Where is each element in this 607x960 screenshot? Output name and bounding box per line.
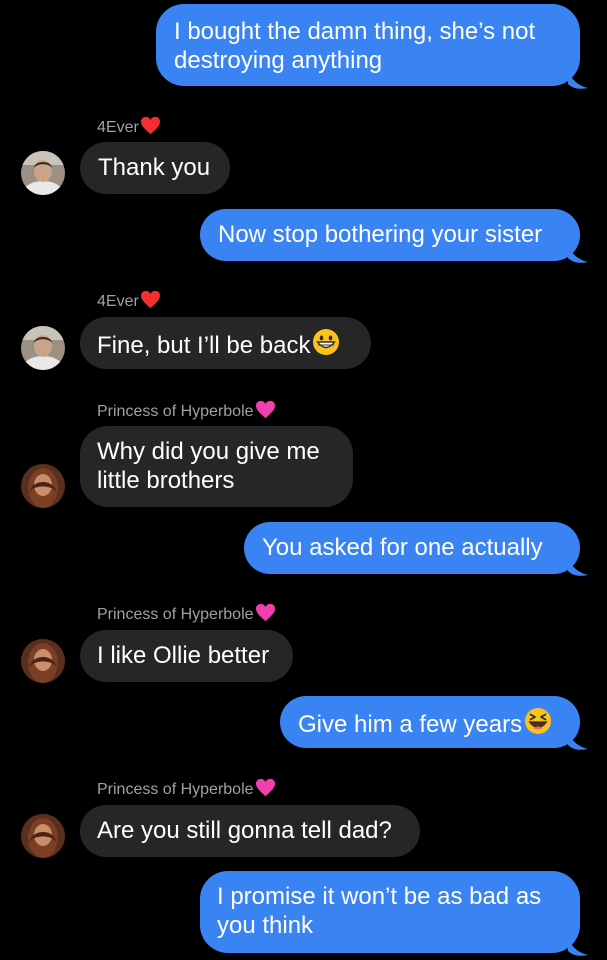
- message-text-line: I bought the damn thing, she’s not: [174, 18, 536, 45]
- message-text-line: destroying anything: [174, 47, 383, 74]
- avatar-photo-icon: [21, 639, 65, 683]
- outgoing-bubble-tail: [568, 68, 588, 89]
- avatar-4ever[interactable]: [21, 151, 65, 195]
- sender-name: Princess of Hyperbole: [97, 603, 276, 625]
- incoming-message-bubble[interactable]: Are you still gonna tell dad?: [80, 805, 420, 857]
- incoming-message-bubble[interactable]: I like Ollie better: [80, 630, 293, 682]
- message-text-line: Why did you give me: [97, 438, 320, 465]
- avatar-photo-icon: [21, 814, 65, 858]
- outgoing-message-bubble[interactable]: You asked for one actually: [244, 522, 580, 574]
- message-text-line: I promise it won’t be as bad as: [217, 883, 542, 910]
- outgoing-bubble-tail: [568, 729, 588, 750]
- avatar-4ever[interactable]: [21, 326, 65, 370]
- red-heart-icon: [140, 290, 160, 309]
- outgoing-message-bubble[interactable]: Give him a few years: [280, 696, 580, 748]
- outgoing-message-bubble[interactable]: Now stop bothering your sister: [200, 209, 580, 261]
- pink-heart-icon: [255, 603, 275, 622]
- avatar-princess-of-hyperbole[interactable]: [21, 464, 65, 508]
- avatar-photo-icon: [21, 464, 65, 508]
- message-text-line: Thank you: [98, 154, 211, 181]
- message-text-line: little brothers: [97, 467, 235, 494]
- message-text-line: you think: [217, 912, 314, 939]
- avatar-princess-of-hyperbole[interactable]: [21, 814, 65, 858]
- message-text-line: I like Ollie better: [97, 642, 270, 669]
- pink-heart-icon: [255, 778, 275, 797]
- outgoing-bubble-tail: [568, 242, 588, 263]
- laughing-squinting-face-icon: [525, 708, 552, 734]
- message-text-line: You asked for one actually: [262, 534, 543, 561]
- red-heart-icon: [140, 116, 160, 135]
- outgoing-bubble-tail: [568, 555, 588, 576]
- message-text-line: Now stop bothering your sister: [218, 221, 543, 248]
- grinning-face-icon: [313, 329, 340, 355]
- message-text-line: Are you still gonna tell dad?: [97, 817, 392, 844]
- sender-name: Princess of Hyperbole: [97, 400, 276, 422]
- incoming-message-bubble[interactable]: Fine, but I’ll be back: [80, 317, 371, 369]
- avatar-princess-of-hyperbole[interactable]: [21, 639, 65, 683]
- sender-name: 4Ever: [97, 116, 161, 138]
- outgoing-message-bubble[interactable]: I bought the damn thing, she’s not destr…: [156, 4, 580, 86]
- incoming-message-bubble[interactable]: Thank you: [80, 142, 230, 194]
- pink-heart-icon: [255, 400, 275, 419]
- message-text-line: Give him a few years: [298, 707, 580, 739]
- avatar-photo-icon: [21, 326, 65, 370]
- outgoing-bubble-tail: [568, 935, 588, 956]
- message-text-line: Fine, but I’ll be back: [97, 328, 371, 360]
- avatar-photo-icon: [21, 151, 65, 195]
- incoming-message-bubble[interactable]: Why did you give me little brothers: [80, 426, 353, 507]
- sender-name: Princess of Hyperbole: [97, 778, 276, 800]
- sender-name: 4Ever: [97, 290, 161, 312]
- outgoing-message-bubble[interactable]: I promise it won’t be as bad as you thin…: [200, 871, 580, 953]
